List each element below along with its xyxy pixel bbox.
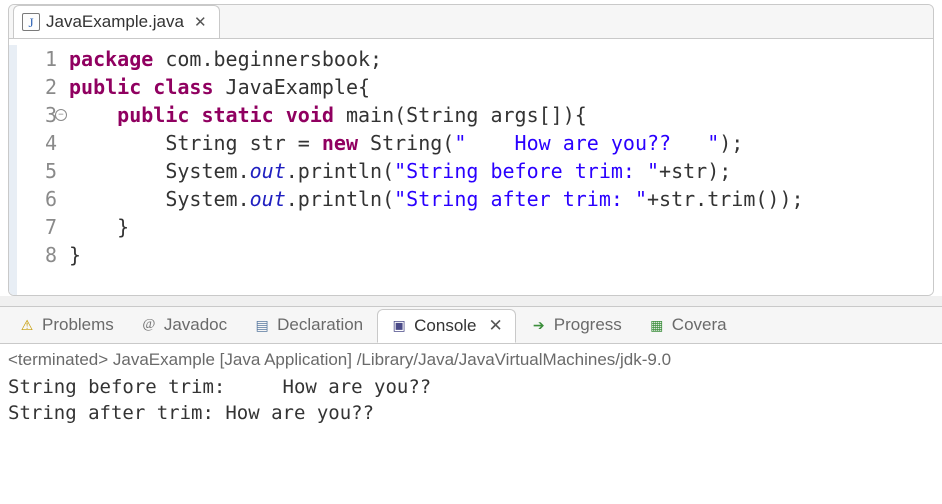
code-line[interactable]: package com.beginnersbook; — [69, 45, 933, 73]
tab-label: Console — [414, 316, 476, 336]
console-icon: ▣ — [390, 317, 408, 335]
tab-label: Declaration — [277, 315, 363, 335]
line-number: 6 — [9, 185, 57, 213]
tab-progress[interactable]: ➔ Progress — [518, 309, 634, 341]
splitter[interactable] — [0, 296, 942, 306]
line-number: 2 — [9, 73, 57, 101]
code-line[interactable]: public class JavaExample{ — [69, 73, 933, 101]
close-icon[interactable]: ✕ — [194, 13, 207, 31]
console-view: <terminated> JavaExample [Java Applicati… — [0, 344, 942, 504]
code-line[interactable]: } — [69, 241, 933, 269]
tab-label: Problems — [42, 315, 114, 335]
tab-label: Javadoc — [164, 315, 227, 335]
javadoc-icon: @ — [140, 316, 158, 334]
code-line[interactable]: System.out.println("String after trim: "… — [69, 185, 933, 213]
progress-icon: ➔ — [530, 316, 548, 334]
code-line[interactable]: public static void main(String args[]){ — [69, 101, 933, 129]
line-number: 1 — [9, 45, 57, 73]
editor-tab-javaexample[interactable]: J JavaExample.java ✕ — [13, 5, 220, 38]
console-launch-label: <terminated> JavaExample [Java Applicati… — [8, 350, 934, 370]
code-line[interactable]: } — [69, 213, 933, 241]
tab-label: Covera — [672, 315, 727, 335]
editor-body[interactable]: 123−45678 package com.beginnersbook;publ… — [9, 39, 933, 295]
tab-declaration[interactable]: ▤ Declaration — [241, 309, 375, 341]
declaration-icon: ▤ — [253, 316, 271, 334]
editor-tab-filename: JavaExample.java — [46, 12, 184, 32]
tab-coverage[interactable]: ▦ Covera — [636, 309, 739, 341]
java-file-icon: J — [22, 13, 40, 31]
views-tabstrip: ⚠ Problems @ Javadoc ▤ Declaration ▣ Console ✕ ➔ P… — [0, 306, 942, 344]
line-number: 5 — [9, 157, 57, 185]
line-number: 4 — [9, 129, 57, 157]
editor-tabstrip: J JavaExample.java ✕ — [9, 5, 933, 39]
code-line[interactable]: System.out.println("String before trim: … — [69, 157, 933, 185]
editor-panel: J JavaExample.java ✕ 123−45678 package c… — [8, 4, 934, 296]
code-line[interactable]: String str = new String(" How are you?? … — [69, 129, 933, 157]
line-number: 3− — [9, 101, 57, 129]
close-icon[interactable]: ✕ — [489, 316, 503, 336]
problems-icon: ⚠ — [18, 316, 36, 334]
tab-problems[interactable]: ⚠ Problems — [6, 309, 126, 341]
tab-label: Progress — [554, 315, 622, 335]
console-output[interactable]: String before trim: How are you?? String… — [8, 374, 934, 426]
editor-gutter: 123−45678 — [9, 45, 69, 295]
fold-icon[interactable]: − — [55, 109, 67, 121]
line-number: 8 — [9, 241, 57, 269]
tab-console[interactable]: ▣ Console ✕ — [377, 309, 516, 343]
code-area[interactable]: package com.beginnersbook;public class J… — [69, 45, 933, 295]
coverage-icon: ▦ — [648, 316, 666, 334]
line-number: 7 — [9, 213, 57, 241]
tab-javadoc[interactable]: @ Javadoc — [128, 309, 239, 341]
